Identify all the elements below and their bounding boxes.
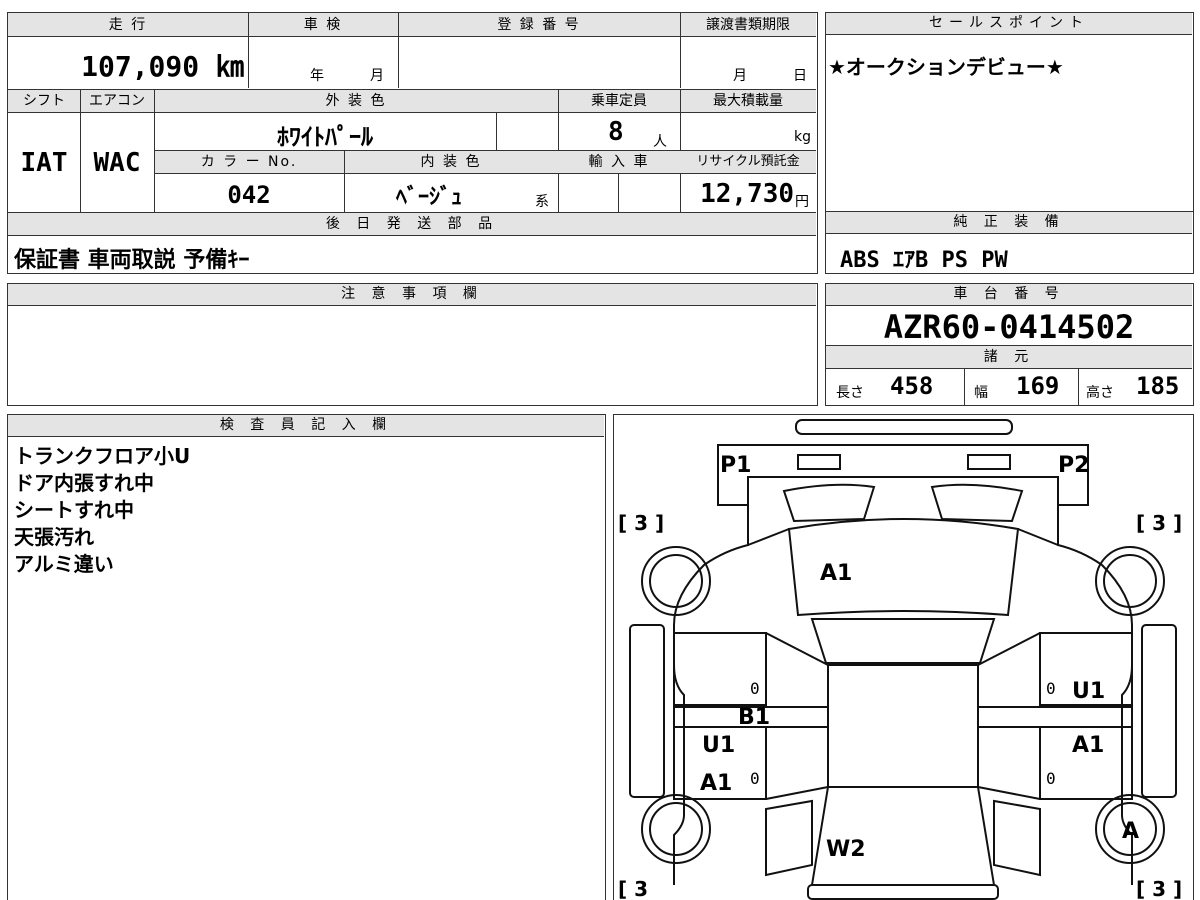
- headlamp-left: [797, 454, 841, 470]
- left-door-b-label: B1: [738, 705, 771, 730]
- inspector-note: ドア内張すれ中: [14, 471, 154, 495]
- right-rear-a-label: A1: [1072, 733, 1105, 758]
- sales-point-value: ★オークションデビュー★: [828, 55, 1064, 79]
- length-value: 458: [890, 372, 934, 400]
- mileage-header: 走 行: [108, 17, 148, 33]
- inspector-note: トランクフロア小U: [14, 444, 191, 468]
- deadline-day: 日: [793, 68, 807, 84]
- transfer-deadline-header: 譲渡書類期限: [706, 17, 790, 33]
- registration-header: 登 録 番 号: [497, 17, 581, 33]
- sales-point-block: セールスポイント ★オークションデビュー★: [825, 12, 1194, 212]
- zero-mark: 0: [1046, 769, 1056, 788]
- width-label: 幅: [974, 385, 988, 401]
- import-header: 輸 入 車: [588, 154, 650, 170]
- capacity-unit: 人: [653, 134, 667, 150]
- specs-header: 諸 元: [983, 349, 1035, 365]
- tail-label: W2: [826, 837, 866, 862]
- recycle-unit: 円: [795, 194, 809, 210]
- tire-bl-label: [ 3: [618, 877, 649, 900]
- tire-br-label: [ 3 ]: [1136, 877, 1183, 900]
- wheel-rear-left: [641, 794, 711, 864]
- aircon-header: エアコン: [89, 93, 145, 109]
- sales-point-header: セールスポイント: [826, 13, 1192, 35]
- max-load-unit: kg: [794, 129, 811, 145]
- front-bumper: [795, 419, 1013, 435]
- inspection-month: 月: [370, 68, 384, 84]
- shift-value: IAT: [20, 148, 68, 178]
- later-parts-value: 保証書 車両取説 予備ｷｰ: [14, 248, 250, 273]
- p1-label: P1: [720, 453, 752, 478]
- genuine-equipment-block: 純 正 装 備 ABS ｴｱB PS PW: [825, 211, 1194, 274]
- inspector-block: 検 査 員 記 入 欄 トランクフロア小U ドア内張すれ中 シートすれ中 天張汚…: [7, 414, 606, 900]
- vehicle-diagram: [629, 419, 1177, 900]
- wheel-front-left: [641, 546, 711, 616]
- color-no-header: カ ラ ー No.: [200, 154, 298, 170]
- right-front-u-label: U1: [1072, 679, 1106, 704]
- chassis-block: 車 台 番 号 AZR60-0414502 諸 元 長さ 458 幅 169 高…: [825, 283, 1194, 406]
- body-left: [673, 505, 749, 885]
- inspection-year: 年: [310, 68, 324, 84]
- inspector-note: 天張汚れ: [14, 525, 94, 549]
- notes-header: 注 意 事 項 欄: [8, 284, 816, 306]
- inspector-header: 検 査 員 記 入 欄: [8, 415, 604, 437]
- interior-color-header: 内 装 色: [420, 154, 482, 170]
- interior-color-value: ﾍﾞｰｼﾞｭ: [395, 185, 462, 210]
- genuine-equipment-header: 純 正 装 備: [826, 212, 1192, 234]
- inspector-note: シートすれ中: [14, 498, 134, 522]
- mileage-value: 107,090 ㎞: [81, 50, 244, 83]
- chassis-no-header: 車 台 番 号: [826, 284, 1192, 306]
- tire-tl-label: [ 3 ]: [618, 511, 665, 535]
- p2-label: P2: [1058, 453, 1090, 478]
- zero-mark: 0: [750, 679, 760, 698]
- headlamp-right: [967, 454, 1011, 470]
- rear-bumper: [807, 884, 999, 900]
- front-outline: [717, 444, 1089, 506]
- inspector-note: アルミ違い: [14, 552, 114, 576]
- color-no-value: 042: [227, 181, 271, 209]
- zero-mark: 0: [1046, 679, 1056, 698]
- left-door-a-label: A1: [700, 771, 733, 796]
- exterior-color-header: 外 装 色: [325, 93, 387, 109]
- length-label: 長さ: [836, 385, 864, 401]
- inspector-notes-list: トランクフロア小U ドア内張すれ中 シートすれ中 天張汚れ アルミ違い: [14, 443, 190, 578]
- roof-damage-label: A1: [820, 561, 853, 586]
- rear-right-wheel-label: A: [1122, 819, 1140, 844]
- zero-mark: 0: [750, 769, 760, 788]
- vehicle-diagram-block: P1 P2 [ 3 ] [ 3 ] [ 3 [ 3 ] A1 B1 U1 A1 …: [613, 414, 1194, 900]
- genuine-equipment-value: ABS ｴｱB PS PW: [840, 248, 1008, 273]
- later-parts-header: 後 日 発 送 部 品: [325, 216, 499, 232]
- interior-suffix: 系: [535, 194, 549, 210]
- deadline-month: 月: [733, 68, 747, 84]
- shift-header: シフト: [23, 93, 65, 109]
- capacity-value: 8: [608, 117, 624, 147]
- max-load-header: 最大積載量: [713, 93, 783, 109]
- wheel-front-right: [1095, 546, 1165, 616]
- rear-window: [810, 786, 996, 886]
- capacity-header: 乗車定員: [591, 93, 647, 109]
- height-label: 高さ: [1086, 385, 1114, 401]
- aircon-value: WAC: [93, 148, 141, 178]
- recycle-value: 12,730: [700, 179, 794, 209]
- width-value: 169: [1016, 372, 1060, 400]
- height-value: 185: [1136, 372, 1180, 400]
- vehicle-info-block: 走 行 車 検 登 録 番 号 譲渡書類期限 107,090 ㎞ 年 月 月 日…: [7, 12, 818, 274]
- inspection-header: 車 検: [303, 17, 343, 33]
- chassis-no-value: AZR60-0414502: [883, 308, 1135, 346]
- tire-tr-label: [ 3 ]: [1136, 511, 1183, 535]
- cabin: [827, 664, 979, 788]
- exterior-color-value: ﾎﾜｲﾄﾊﾟｰﾙ: [277, 123, 373, 151]
- recycle-header: リサイクル預託金: [696, 154, 800, 169]
- notes-block: 注 意 事 項 欄: [7, 283, 818, 406]
- left-door-u-label: U1: [702, 733, 736, 758]
- roof: [810, 618, 996, 664]
